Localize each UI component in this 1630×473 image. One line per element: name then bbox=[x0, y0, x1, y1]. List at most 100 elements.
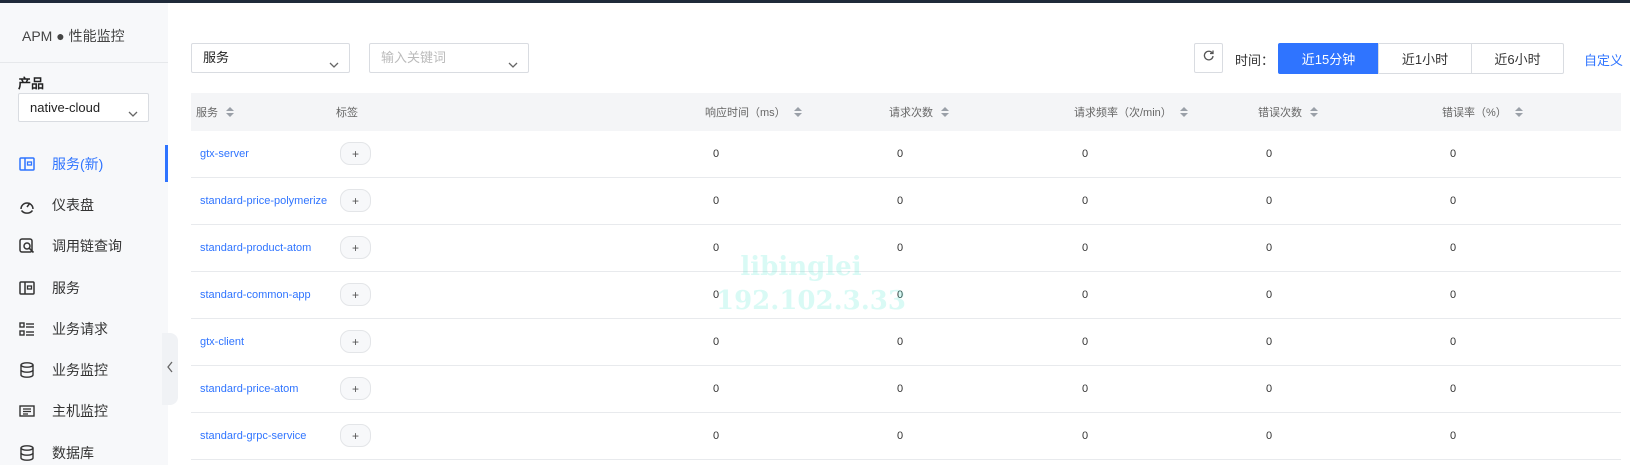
sidebar-item-label: 业务请求 bbox=[52, 320, 108, 337]
sidebar-collapse-button[interactable] bbox=[162, 333, 178, 405]
response-time-value: 0 bbox=[713, 430, 720, 442]
table-row: standard-grpc-service + 0 0 0 0 0 bbox=[191, 413, 1621, 460]
request-frequency-value: 0 bbox=[1082, 289, 1089, 301]
error-count-value: 0 bbox=[1266, 289, 1273, 301]
error-count-value: 0 bbox=[1266, 195, 1273, 207]
chevron-left-icon bbox=[165, 360, 175, 379]
column-header-response-time[interactable]: 响应时间（ms） bbox=[705, 93, 802, 131]
sidebar-item-business-request[interactable]: 业务请求 bbox=[0, 308, 168, 349]
trace-search-icon bbox=[18, 237, 36, 255]
service-link[interactable]: standard-price-atom bbox=[200, 366, 298, 412]
sidebar-item-database[interactable]: 数据库 bbox=[0, 432, 168, 473]
response-time-value: 0 bbox=[713, 336, 720, 348]
top-bar bbox=[0, 0, 1630, 3]
dashboard-gauge-icon bbox=[18, 196, 36, 214]
service-link[interactable]: standard-product-atom bbox=[200, 225, 311, 271]
sidebar-item-business-monitor[interactable]: 业务监控 bbox=[0, 349, 168, 390]
sidebar-item-host-monitor[interactable]: 主机监控 bbox=[0, 391, 168, 432]
table-row: gtx-client + 0 0 0 0 0 bbox=[191, 319, 1621, 366]
column-header-request-frequency[interactable]: 请求频率（次/min） bbox=[1074, 93, 1188, 131]
column-header-label: 请求次数 bbox=[889, 107, 933, 119]
time-range-group: 近15分钟 近1小时 近6小时 bbox=[1278, 43, 1564, 74]
sidebar-item-label: 业务监控 bbox=[52, 362, 108, 379]
response-time-value: 0 bbox=[713, 242, 720, 254]
request-frequency-value: 0 bbox=[1082, 383, 1089, 395]
sort-icon bbox=[1310, 107, 1318, 117]
add-tag-button[interactable]: + bbox=[340, 142, 371, 165]
sort-icon bbox=[793, 107, 802, 117]
list-grid-icon bbox=[18, 320, 36, 338]
time-option-6h[interactable]: 近6小时 bbox=[1471, 43, 1564, 74]
response-time-value: 0 bbox=[713, 148, 720, 160]
sidebar-item-service[interactable]: 服务 bbox=[0, 267, 168, 308]
time-option-15min[interactable]: 近15分钟 bbox=[1278, 43, 1379, 74]
table-row: standard-price-atom + 0 0 0 0 0 bbox=[191, 366, 1621, 413]
sidebar-item-label: 仪表盘 bbox=[52, 196, 94, 213]
add-tag-button[interactable]: + bbox=[340, 189, 371, 212]
add-tag-button[interactable]: + bbox=[340, 283, 371, 306]
column-header-error-rate[interactable]: 错误率（%） bbox=[1442, 93, 1523, 131]
table-row: gtx-server + 0 0 0 0 0 bbox=[191, 131, 1621, 178]
response-time-value: 0 bbox=[713, 289, 720, 301]
error-rate-value: 0 bbox=[1450, 336, 1457, 348]
service-link[interactable]: standard-price-polymerize bbox=[200, 178, 327, 224]
sidebar-item-label: 服务 bbox=[52, 279, 80, 296]
column-header-service[interactable]: 服务 bbox=[196, 93, 234, 131]
add-tag-button[interactable]: + bbox=[340, 377, 371, 400]
service-type-select[interactable]: 服务 bbox=[191, 43, 350, 73]
request-count-value: 0 bbox=[897, 289, 904, 301]
add-tag-button[interactable]: + bbox=[340, 424, 371, 447]
time-label: 时间： bbox=[1235, 53, 1275, 68]
table-header: 服务 标签 响应时间（ms） 请求次数 请求频率（次/min） 错误次数 错误率… bbox=[191, 93, 1621, 131]
column-header-label: 错误次数 bbox=[1258, 107, 1302, 119]
sidebar-item-dashboard[interactable]: 仪表盘 bbox=[0, 184, 168, 225]
add-tag-button[interactable]: + bbox=[340, 236, 371, 259]
error-rate-value: 0 bbox=[1450, 195, 1457, 207]
refresh-button[interactable] bbox=[1194, 43, 1223, 73]
error-count-value: 0 bbox=[1266, 242, 1273, 254]
sidebar-item-label: 调用链查询 bbox=[52, 238, 122, 255]
column-header-request-count[interactable]: 请求次数 bbox=[889, 93, 949, 131]
keyword-placeholder: 输入关键词 bbox=[381, 50, 447, 65]
database-icon bbox=[18, 444, 36, 462]
custom-time-link[interactable]: 自定义 bbox=[1584, 50, 1623, 69]
column-header-label: 服务 bbox=[196, 107, 218, 119]
error-count-value: 0 bbox=[1266, 336, 1273, 348]
sort-icon bbox=[1514, 107, 1523, 117]
sort-icon bbox=[941, 107, 949, 117]
request-frequency-value: 0 bbox=[1082, 430, 1089, 442]
refresh-icon bbox=[1202, 49, 1215, 67]
service-link[interactable]: standard-grpc-service bbox=[200, 413, 306, 459]
divider bbox=[0, 62, 168, 63]
service-link[interactable]: standard-common-app bbox=[200, 272, 311, 318]
column-header-label: 请求频率（次/min） bbox=[1074, 107, 1172, 119]
product-select[interactable]: native-cloud bbox=[18, 93, 149, 122]
keyword-select[interactable]: 输入关键词 bbox=[369, 43, 529, 73]
sidebar: APM ● 性能监控 产品 native-cloud 服务(新) 仪表盘 调用链… bbox=[0, 3, 168, 465]
sort-icon bbox=[226, 107, 234, 117]
sidebar-item-label: 数据库 bbox=[52, 444, 94, 461]
add-tag-button[interactable]: + bbox=[340, 330, 371, 353]
error-count-value: 0 bbox=[1266, 430, 1273, 442]
request-count-value: 0 bbox=[897, 430, 904, 442]
request-count-value: 0 bbox=[897, 383, 904, 395]
error-rate-value: 0 bbox=[1450, 383, 1457, 395]
brand-title: APM ● 性能监控 bbox=[22, 28, 125, 44]
service-link[interactable]: gtx-client bbox=[200, 319, 244, 365]
response-time-value: 0 bbox=[713, 383, 720, 395]
time-option-1h[interactable]: 近1小时 bbox=[1378, 43, 1472, 74]
error-rate-value: 0 bbox=[1450, 148, 1457, 160]
sidebar-item-label: 服务(新) bbox=[52, 155, 104, 172]
sidebar-item-trace-query[interactable]: 调用链查询 bbox=[0, 226, 168, 267]
sidebar-item-service-new[interactable]: 服务(新) bbox=[0, 143, 168, 184]
request-frequency-value: 0 bbox=[1082, 148, 1089, 160]
sidebar-nav: 服务(新) 仪表盘 调用链查询 服务 业务请求 业务监控 主机监控 数据库 bbox=[0, 143, 168, 473]
chevron-down-icon bbox=[328, 53, 340, 81]
sidebar-item-label: 主机监控 bbox=[52, 403, 108, 420]
request-count-value: 0 bbox=[897, 148, 904, 160]
error-rate-value: 0 bbox=[1450, 242, 1457, 254]
column-header-error-count[interactable]: 错误次数 bbox=[1258, 93, 1318, 131]
product-select-value: native-cloud bbox=[30, 100, 101, 115]
service-link[interactable]: gtx-server bbox=[200, 131, 249, 177]
column-header-label: 错误率（%） bbox=[1442, 107, 1507, 119]
